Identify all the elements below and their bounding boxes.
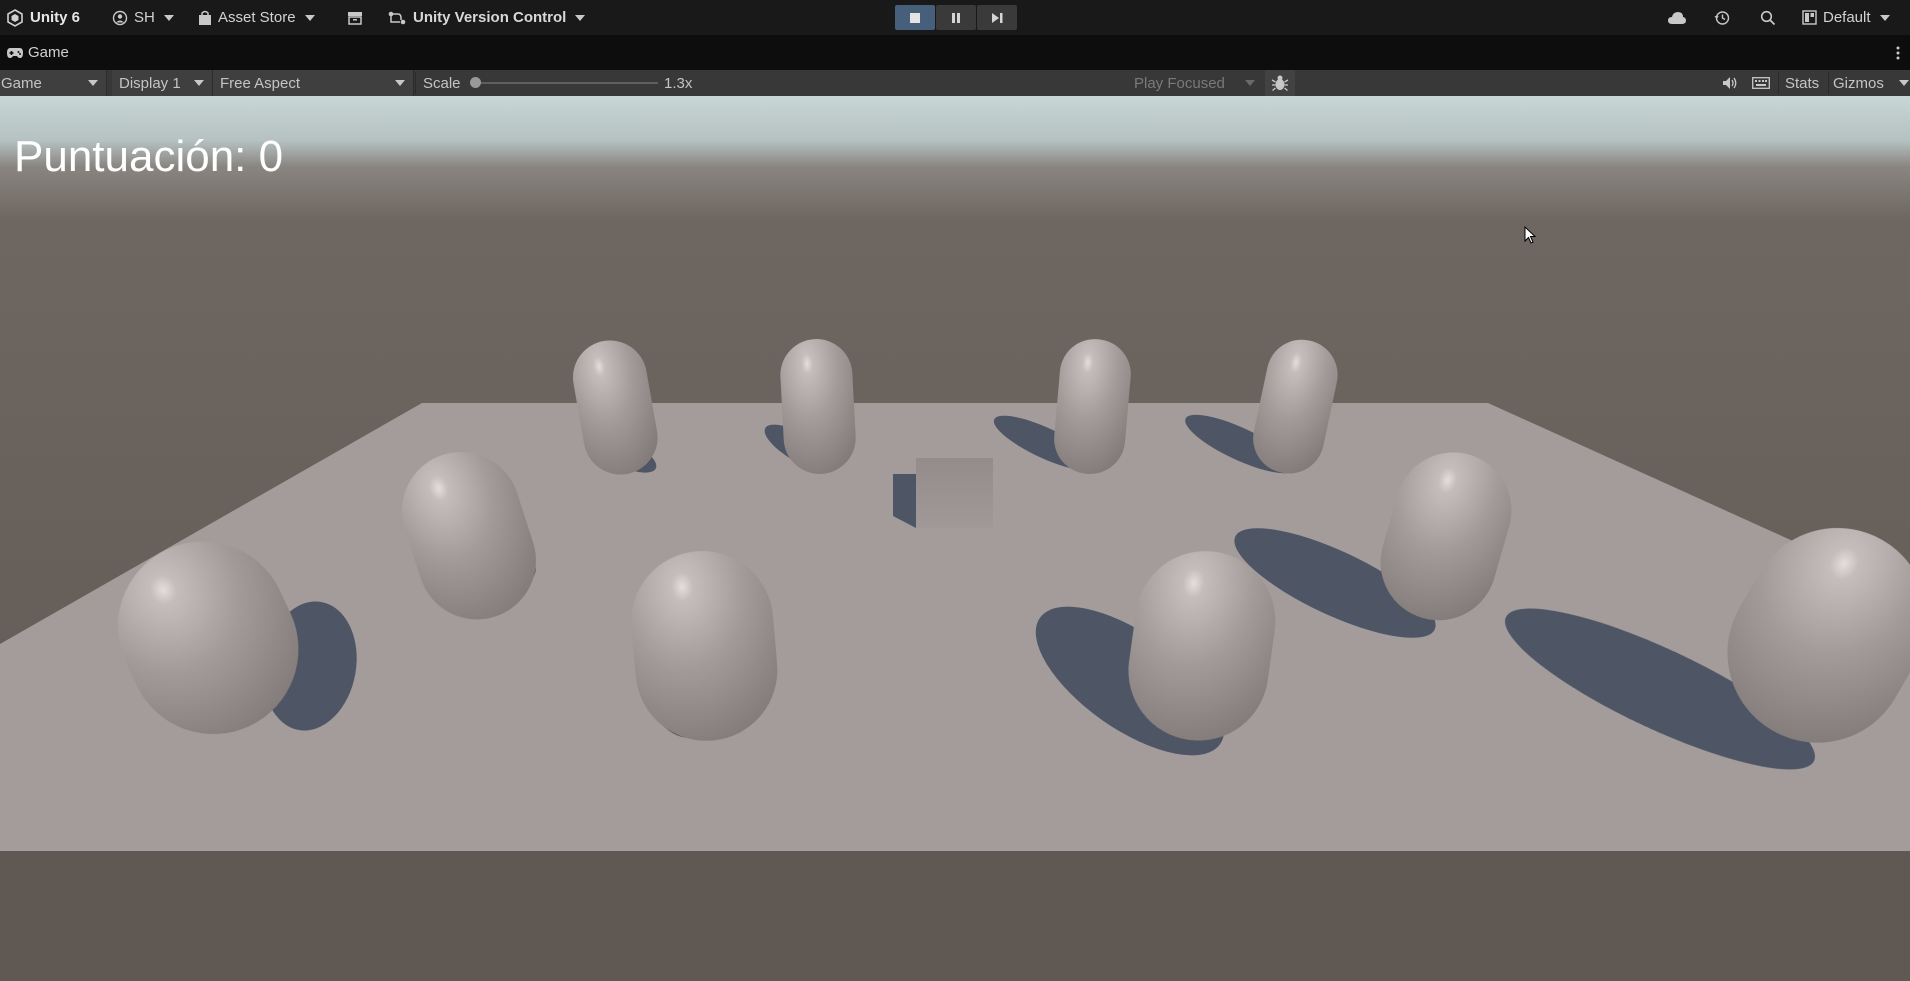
tab-game[interactable]: Game [6,35,69,70]
display-dropdown[interactable]: Display 1 [112,70,213,96]
app-name: Unity 6 [30,9,81,26]
tab-title: Game [28,44,69,61]
unity-logo-icon [7,8,23,27]
keyboard-icon [1752,77,1770,89]
game-viewport[interactable]: Puntuación: 0 [0,96,1910,981]
layout-dropdown[interactable]: Default [1802,0,1890,35]
bug-icon [1271,75,1289,91]
version-control-label: Unity Version Control [413,9,567,26]
cursor-icon [1524,226,1536,244]
score-label: Puntuación: 0 [14,132,284,181]
shortcuts-button[interactable] [1746,70,1776,96]
package-button[interactable] [347,0,363,35]
chevron-down-icon [575,14,586,21]
scale-value: 1.3x [664,74,693,92]
play-mode-label: Play Focused [1134,74,1225,92]
horizon-ground [0,851,1910,981]
chevron-down-icon [163,14,174,21]
cloud-button[interactable] [1667,0,1687,35]
account-icon [112,10,128,25]
version-control-icon [388,11,406,24]
game-view-toolbar: Game Display 1 Free Aspect Scale 1.3x Pl… [0,70,1910,96]
history-icon [1714,10,1730,25]
aspect-label: Free Aspect [220,74,301,92]
pause-button[interactable] [936,5,976,30]
chevron-down-icon [194,80,204,86]
chevron-down-icon [88,80,98,86]
asset-store-bag-icon [199,10,211,25]
stop-icon [910,12,920,23]
chevron-down-icon [1879,14,1890,21]
cube [916,458,993,528]
play-mode-dropdown[interactable]: Play Focused [1129,70,1263,96]
divider [415,72,416,94]
layout-icon [1802,10,1817,25]
playmode-controls [895,5,1017,30]
game-view-tab-bar: Game [0,35,1910,70]
gizmos-dropdown[interactable]: Gizmos [1833,70,1910,96]
cloud-icon [1668,11,1686,24]
pause-icon [952,12,960,23]
scene-render [0,96,1910,981]
account-label: SH [134,9,155,26]
chevron-down-icon [395,80,405,86]
main-toolbar: Unity 6 SH Asset Store Unity Version Con… [0,0,1910,35]
scale-slider-thumb[interactable] [470,77,481,88]
gizmos-label: Gizmos [1833,74,1884,92]
stop-button[interactable] [895,5,935,30]
unity-menu[interactable]: Unity 6 [6,0,80,35]
step-button[interactable] [977,5,1017,30]
divider [1778,72,1779,94]
mode-dropdown[interactable]: Game [0,70,107,96]
audio-icon [1723,77,1737,89]
history-button[interactable] [1714,0,1730,35]
aspect-dropdown[interactable]: Free Aspect [213,70,414,96]
version-control-dropdown[interactable]: Unity Version Control [387,0,586,35]
chevron-down-icon [1899,80,1909,86]
package-icon [348,11,362,25]
scale-slider[interactable] [470,70,660,96]
stats-button[interactable]: Stats [1785,70,1819,96]
display-label: Display 1 [119,74,181,92]
divider [1828,72,1829,94]
debug-button[interactable] [1265,70,1295,96]
scale-slider-track [470,70,660,96]
mute-audio-button[interactable] [1716,70,1744,96]
asset-store-label: Asset Store [218,9,296,26]
chevron-down-icon [304,14,315,21]
gamepad-icon [7,47,23,58]
layout-label: Default [1823,9,1871,26]
account-dropdown[interactable]: SH [112,0,174,35]
search-icon [1760,10,1776,25]
more-icon[interactable] [1896,46,1900,60]
mode-label: Game [1,74,42,92]
asset-store-button[interactable]: Asset Store [198,0,315,35]
chevron-down-icon [1245,80,1255,86]
scale-label: Scale [423,74,461,92]
search-button[interactable] [1760,0,1776,35]
step-icon [992,12,1003,23]
